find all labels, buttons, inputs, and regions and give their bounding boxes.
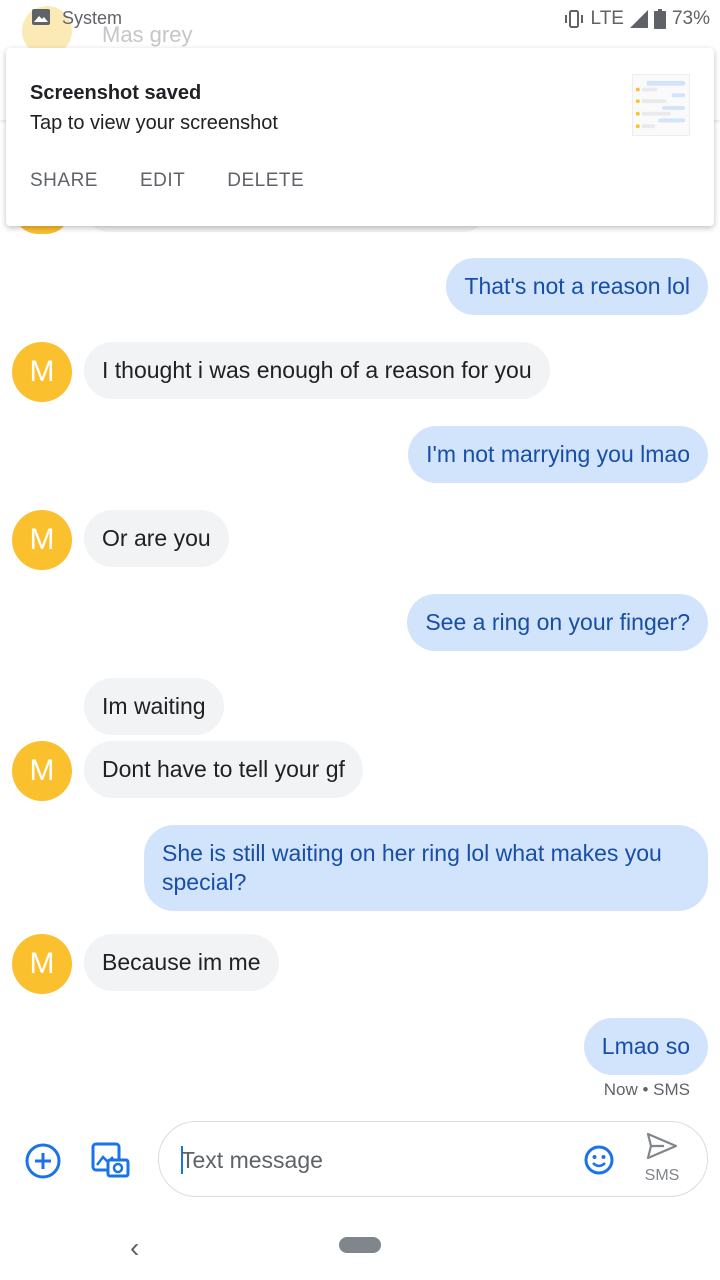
network-type: LTE — [590, 8, 624, 29]
message-bubble-incoming[interactable]: Or are you — [84, 510, 229, 567]
message-input-container[interactable]: SMS — [158, 1121, 708, 1197]
battery-icon — [653, 9, 666, 29]
add-attachment-button[interactable] — [24, 1142, 62, 1180]
message-bubble-outgoing[interactable]: Lmao so — [583, 1018, 708, 1075]
message-bubble-incoming[interactable]: Because im me — [84, 934, 279, 991]
gallery-camera-icon[interactable] — [90, 1140, 130, 1180]
contact-avatar[interactable]: M — [12, 934, 72, 994]
contact-avatar[interactable]: M — [12, 741, 72, 801]
send-type-label: SMS — [644, 1167, 680, 1184]
contact-avatar[interactable]: M — [12, 342, 72, 402]
message-bubble-outgoing[interactable]: I'm not marrying you lmao — [408, 426, 708, 483]
signal-icon — [629, 10, 648, 28]
message-bubble-outgoing[interactable]: See a ring on your finger? — [407, 594, 708, 651]
contact-avatar[interactable]: M — [12, 510, 72, 570]
emoji-icon[interactable] — [583, 1144, 615, 1176]
notification-actions: SHARE EDIT DELETE — [30, 170, 304, 192]
send-icon — [646, 1132, 678, 1160]
message-timestamp: Now • SMS — [603, 1080, 690, 1099]
status-app-name: System — [62, 8, 123, 28]
back-icon[interactable]: ‹ — [130, 1232, 139, 1264]
status-bar: System LTE 73% — [0, 0, 720, 38]
notification-title: Screenshot saved — [30, 82, 202, 104]
share-button[interactable]: SHARE — [30, 170, 98, 192]
notification-text: Tap to view your screenshot — [30, 112, 278, 134]
vibrate-icon — [564, 10, 583, 28]
message-bubble-outgoing[interactable]: That's not a reason lol — [446, 258, 708, 315]
message-input[interactable] — [181, 1140, 561, 1180]
system-nav-bar: ‹ — [0, 1210, 720, 1280]
message-bubble-incoming[interactable]: Dont have to tell your gf — [84, 741, 363, 798]
screenshot-thumbnail[interactable] — [632, 74, 690, 136]
compose-bar: SMS — [0, 1118, 720, 1202]
message-bubble-incoming[interactable]: Im waiting — [84, 678, 224, 735]
edit-button[interactable]: EDIT — [140, 170, 185, 192]
message-bubble-outgoing[interactable]: She is still waiting on her ring lol wha… — [144, 825, 708, 911]
delete-button[interactable]: DELETE — [227, 170, 304, 192]
status-icons: LTE 73% — [563, 6, 710, 32]
battery-level: 73% — [671, 8, 710, 29]
image-icon — [32, 9, 50, 25]
screenshot-notification[interactable]: Screenshot saved Tap to view your screen… — [6, 48, 714, 226]
home-pill[interactable] — [339, 1237, 381, 1253]
messages-screen: Mas grey System LTE 73% Screenshot saved… — [0, 0, 720, 1280]
send-button[interactable]: SMS — [637, 1132, 687, 1188]
message-bubble-incoming[interactable]: I thought i was enough of a reason for y… — [84, 342, 550, 399]
